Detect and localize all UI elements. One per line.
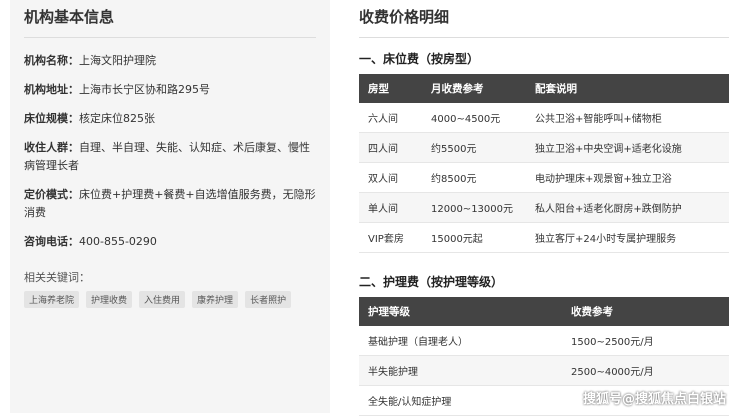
column-header: 收费参考 [562, 297, 729, 326]
bed-fee-section-title: 一、床位费（按房型） [359, 52, 480, 66]
keyword-tag[interactable]: 康养护理 [192, 291, 239, 308]
info-label: 机构地址： [24, 83, 79, 96]
table-cell: 独立卫浴+中央空调+适老化设施 [526, 132, 729, 163]
table-cell: 4000~4500元 [422, 103, 526, 133]
keyword-tag[interactable]: 上海养老院 [24, 291, 80, 308]
table-cell: 全失能/认知症护理 [359, 385, 562, 416]
table-row: 单人间 12000~13000元 私人阳台+适老化厨房+跌倒防护 [359, 192, 729, 223]
keywords-label: 相关关键词： [24, 271, 90, 284]
watermark: 搜狐号@搜狐焦点白银站 [582, 392, 726, 407]
column-header: 房型 [359, 74, 422, 103]
info-label: 收住人群： [24, 141, 79, 154]
table-row: 基础护理（自理老人） 1500~2500元/月 [359, 326, 729, 356]
table-row: 半失能护理 2500~4000元/月 [359, 355, 729, 386]
table-header-row: 护理等级 收费参考 [359, 297, 729, 326]
info-row-residents: 收住人群：自理、半自理、失能、认知症、术后康复、慢性病管理长者 [24, 139, 316, 175]
table-cell: 约8500元 [422, 162, 526, 193]
info-label: 机构名称： [24, 54, 79, 67]
info-label: 床位规模： [24, 112, 79, 125]
table-cell: 公共卫浴+智能呼叫+储物柜 [526, 103, 729, 133]
table-row: 四人间 约5500元 独立卫浴+中央空调+适老化设施 [359, 132, 729, 163]
table-row: 六人间 4000~4500元 公共卫浴+智能呼叫+储物柜 [359, 103, 729, 133]
basic-info-title: 机构基本信息 [24, 6, 316, 38]
column-header: 护理等级 [359, 297, 562, 326]
table-cell: 单人间 [359, 192, 422, 223]
info-value: 上海文阳护理院 [79, 54, 156, 67]
table-cell: 2500~4000元/月 [562, 355, 729, 386]
table-cell: 约5500元 [422, 132, 526, 163]
table-cell: 六人间 [359, 103, 422, 133]
table-cell: 15000元起 [422, 222, 526, 253]
info-row-name: 机构名称：上海文阳护理院 [24, 52, 316, 70]
table-cell: 电动护理床+观景窗+独立卫浴 [526, 162, 729, 193]
info-value: 上海市长宁区协和路295号 [79, 83, 210, 96]
basic-info-panel: 机构基本信息 机构名称：上海文阳护理院 机构地址：上海市长宁区协和路295号 床… [10, 0, 330, 413]
table-cell: 12000~13000元 [422, 192, 526, 223]
keyword-tag[interactable]: 长者照护 [245, 291, 292, 308]
table-cell: 四人间 [359, 132, 422, 163]
price-detail-panel: 收费价格明细 一、床位费（按房型） 房型 月收费参考 配套说明 六人间 4000… [346, 0, 740, 416]
info-label: 定价模式： [24, 188, 79, 201]
info-row-phone: 咨询电话：400-855-0290 [24, 233, 316, 251]
info-row-address: 机构地址：上海市长宁区协和路295号 [24, 81, 316, 99]
column-header: 配套说明 [526, 74, 729, 103]
price-detail-title: 收费价格明细 [359, 6, 729, 38]
table-cell: 独立客厅+24小时专属护理服务 [526, 222, 729, 253]
table-row: VIP套房 15000元起 独立客厅+24小时专属护理服务 [359, 222, 729, 253]
table-cell: 基础护理（自理老人） [359, 326, 562, 356]
table-cell: 1500~2500元/月 [562, 326, 729, 356]
table-cell: 私人阳台+适老化厨房+跌倒防护 [526, 192, 729, 223]
nursing-fee-section-title: 二、护理费（按护理等级） [359, 275, 504, 289]
table-header-row: 房型 月收费参考 配套说明 [359, 74, 729, 103]
table-cell: 半失能护理 [359, 355, 562, 386]
bed-fee-table: 房型 月收费参考 配套说明 六人间 4000~4500元 公共卫浴+智能呼叫+储… [359, 74, 729, 253]
info-value: 400-855-0290 [79, 235, 157, 248]
info-label: 咨询电话： [24, 235, 79, 248]
table-cell: 双人间 [359, 162, 422, 193]
info-row-pricing: 定价模式：床位费+护理费+餐费+自选增值服务费，无隐形消费 [24, 186, 316, 222]
info-value: 核定床位825张 [79, 112, 155, 125]
keyword-tag[interactable]: 入住费用 [139, 291, 186, 308]
column-header: 月收费参考 [422, 74, 526, 103]
table-row: 双人间 约8500元 电动护理床+观景窗+独立卫浴 [359, 162, 729, 193]
info-row-beds: 床位规模：核定床位825张 [24, 110, 316, 128]
keyword-tag[interactable]: 护理收费 [86, 291, 133, 308]
table-cell: VIP套房 [359, 222, 422, 253]
keyword-tags: 上海养老院 护理收费 入住费用 康养护理 长者照护 [24, 291, 316, 308]
